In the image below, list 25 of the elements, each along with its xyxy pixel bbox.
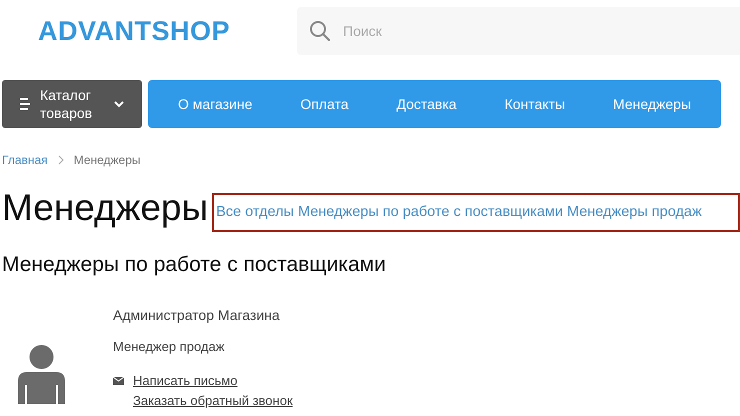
- section-title: Менеджеры по работе с поставщиками: [2, 252, 387, 278]
- chevron-down-icon: [114, 100, 124, 108]
- nav-link[interactable]: Менеджеры: [613, 94, 691, 114]
- person-silhouette-icon: [18, 344, 65, 404]
- nav-link[interactable]: Доставка: [396, 94, 457, 114]
- chevron-right-icon: [58, 155, 64, 165]
- department-link[interactable]: Менеджеры продаж: [566, 202, 702, 224]
- callback-link[interactable]: Заказать обратный звонок: [133, 391, 293, 411]
- nav-link[interactable]: Оплата: [300, 94, 348, 114]
- nav-link[interactable]: О магазине: [178, 94, 252, 114]
- nav-link[interactable]: Контакты: [504, 94, 566, 114]
- page-title: Менеджеры: [2, 186, 208, 230]
- breadcrumb-link[interactable]: Главная: [2, 151, 48, 169]
- search-field[interactable]: Поиск: [297, 7, 740, 55]
- logo[interactable]: ADVANTSHOP: [38, 16, 230, 46]
- menu-icon: [20, 98, 30, 110]
- manager-position: Менеджер продаж: [113, 338, 226, 356]
- department-link[interactable]: Все отделы: [216, 202, 294, 224]
- breadcrumb-current: Менеджеры: [74, 152, 141, 169]
- catalog-button[interactable]: Каталог товаров: [2, 80, 142, 128]
- search-icon: [309, 20, 331, 42]
- department-link[interactable]: Менеджеры по работе с поставщиками: [298, 202, 563, 224]
- manager-name: Администратор Магазина: [113, 306, 281, 325]
- envelope-icon: [113, 377, 124, 385]
- email-link[interactable]: Написать письмо: [133, 371, 238, 391]
